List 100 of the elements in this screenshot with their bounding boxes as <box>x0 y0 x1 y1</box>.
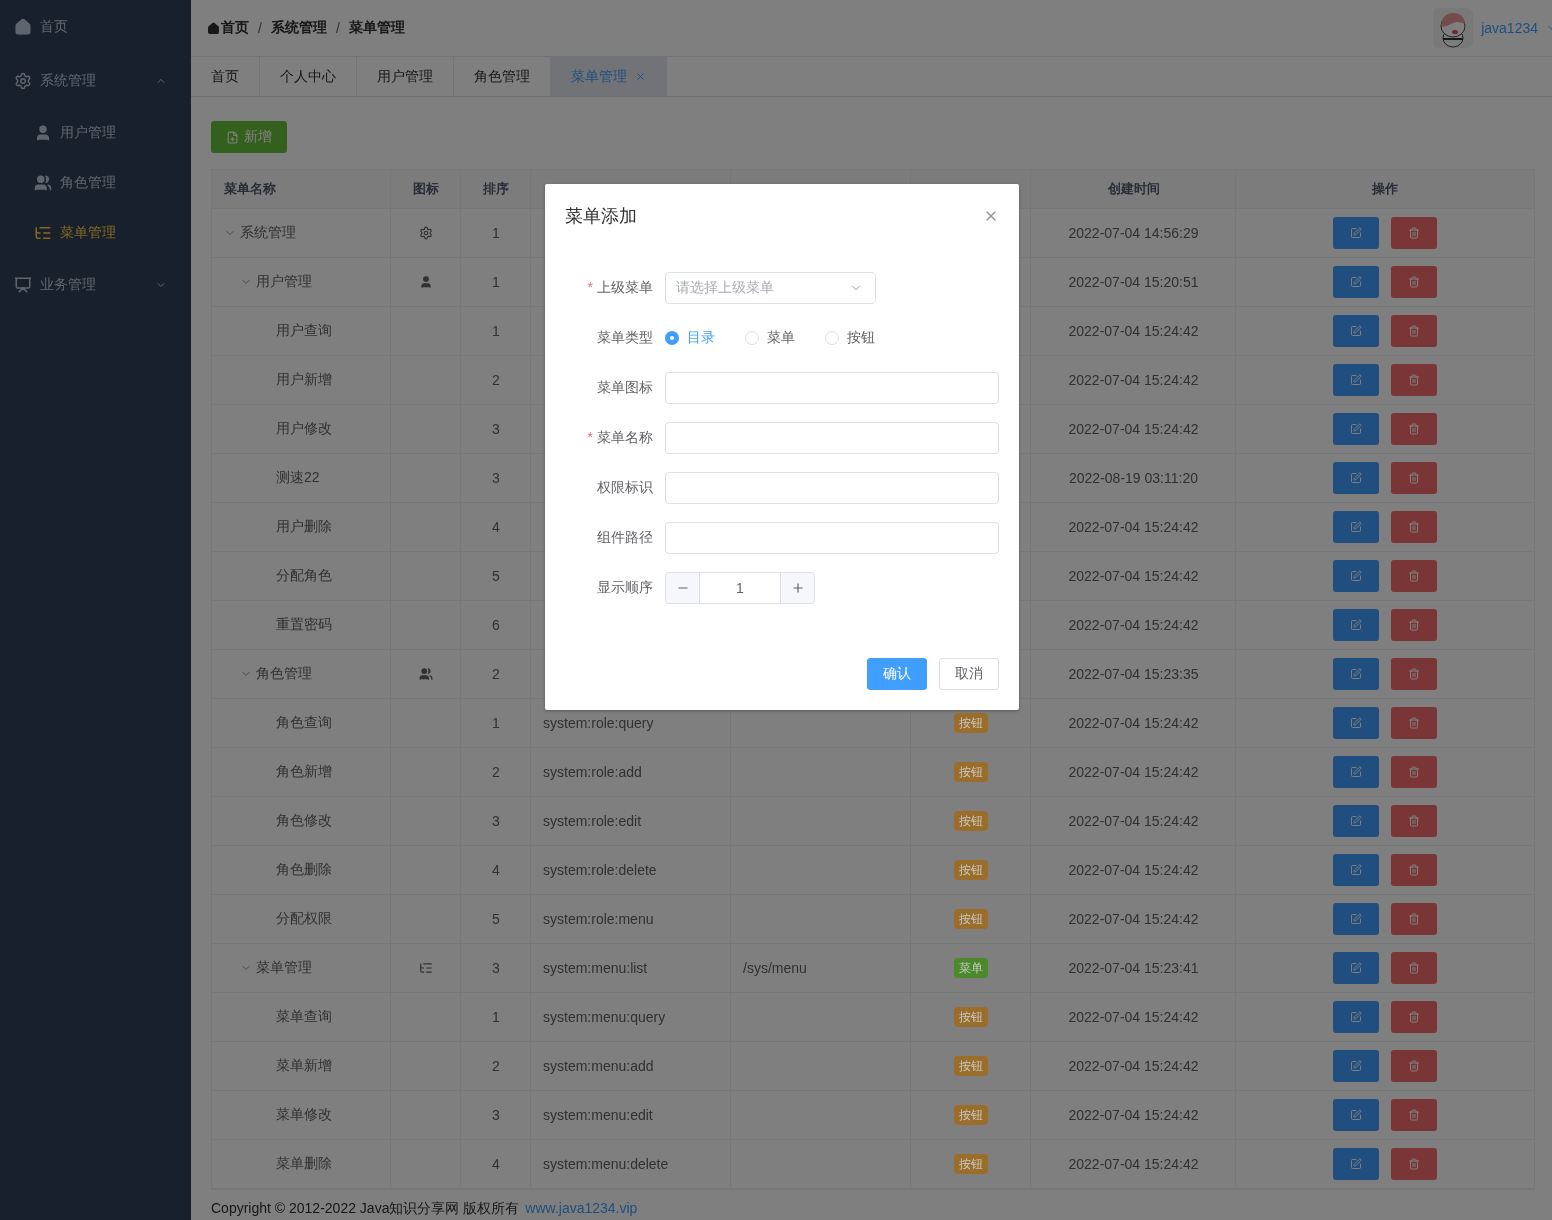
edit-button[interactable] <box>1333 805 1379 837</box>
edit-button[interactable] <box>1333 462 1379 494</box>
breadcrumb-item[interactable]: 菜单管理 <box>348 19 405 37</box>
delete-button[interactable] <box>1391 1099 1437 1131</box>
increase-button[interactable] <box>781 573 814 603</box>
table-cell: system:role:edit <box>543 813 642 829</box>
delete-button[interactable] <box>1391 413 1437 445</box>
table-cell: 系统管理 <box>240 224 296 242</box>
delete-button[interactable] <box>1391 952 1437 984</box>
add-button[interactable]: 新增 <box>211 121 287 153</box>
table-cell: 1 <box>492 323 500 339</box>
sidebar-item[interactable]: 首页 <box>0 0 191 54</box>
input-field[interactable] <box>665 472 999 504</box>
column-header: 创建时间 <box>1107 180 1160 198</box>
delete-button[interactable] <box>1391 462 1437 494</box>
number-field[interactable]: 1 <box>665 572 815 604</box>
sidebar-item[interactable]: 菜单管理 <box>0 208 191 258</box>
delete-button[interactable] <box>1391 756 1437 788</box>
edit-button[interactable] <box>1333 560 1379 592</box>
table-cell: 2022-07-04 15:24:42 <box>1068 519 1199 535</box>
delete-button[interactable] <box>1391 658 1437 690</box>
edit-button[interactable] <box>1333 952 1379 984</box>
input-field[interactable] <box>665 522 999 554</box>
table-cell: 重置密码 <box>276 616 332 634</box>
trash-icon <box>1408 472 1420 484</box>
tab[interactable]: 个人中心 <box>260 57 357 96</box>
delete-button[interactable] <box>1391 854 1437 886</box>
close-icon[interactable] <box>635 71 646 82</box>
sidebar-item[interactable]: 系统管理 <box>0 54 191 108</box>
edit-button[interactable] <box>1333 511 1379 543</box>
input-field[interactable] <box>665 372 999 404</box>
tab[interactable]: 菜单管理 <box>551 57 667 96</box>
delete-button[interactable] <box>1391 217 1437 249</box>
edit-button[interactable] <box>1333 903 1379 935</box>
table-cell: 2022-07-04 15:20:51 <box>1068 274 1199 290</box>
delete-button[interactable] <box>1391 315 1437 347</box>
edit-button[interactable] <box>1333 315 1379 347</box>
tab[interactable]: 用户管理 <box>357 57 454 96</box>
decrease-button[interactable] <box>666 573 699 603</box>
parent-menu-select[interactable]: 请选择上级菜单 <box>665 272 876 304</box>
radio-option[interactable]: 目录 <box>665 329 715 347</box>
radio-icon[interactable] <box>665 331 679 345</box>
confirm-button[interactable]: 确认 <box>867 658 927 690</box>
edit-button[interactable] <box>1333 413 1379 445</box>
edit-button[interactable] <box>1333 364 1379 396</box>
table-cell: system:role:menu <box>543 911 654 927</box>
type-tag: 菜单 <box>954 958 988 978</box>
table-cell: 2 <box>492 372 500 388</box>
delete-button[interactable] <box>1391 364 1437 396</box>
sidebar-item[interactable]: 业务管理 <box>0 258 191 312</box>
radio-option[interactable]: 菜单 <box>745 329 795 347</box>
edit-button[interactable] <box>1333 1148 1379 1180</box>
edit-button[interactable] <box>1333 1001 1379 1033</box>
breadcrumb-item[interactable]: 首页 <box>207 19 249 37</box>
delete-button[interactable] <box>1391 805 1437 837</box>
table-cell: 2022-07-04 15:24:42 <box>1068 1107 1199 1123</box>
delete-button[interactable] <box>1391 1001 1437 1033</box>
edit-button[interactable] <box>1333 658 1379 690</box>
edit-button[interactable] <box>1333 854 1379 886</box>
delete-button[interactable] <box>1391 903 1437 935</box>
plus-icon <box>790 581 805 595</box>
edit-button[interactable] <box>1333 217 1379 249</box>
edit-icon <box>1350 374 1362 386</box>
home-icon <box>14 18 32 36</box>
site-link[interactable]: www.java1234.vip <box>525 1200 638 1218</box>
edit-button[interactable] <box>1333 756 1379 788</box>
table-cell: 2022-07-04 15:23:41 <box>1068 960 1199 976</box>
edit-icon <box>1350 521 1362 533</box>
sidebar-item[interactable]: 角色管理 <box>0 158 191 208</box>
table-cell: 2022-07-04 15:23:35 <box>1068 666 1199 682</box>
trash-icon <box>1408 570 1420 582</box>
table-cell: 菜单管理 <box>256 959 312 977</box>
table-cell: 3 <box>492 470 500 486</box>
radio-option[interactable]: 按钮 <box>825 329 875 347</box>
edit-button[interactable] <box>1333 266 1379 298</box>
input-field[interactable] <box>665 422 999 454</box>
breadcrumb-item[interactable]: 系统管理 <box>270 19 327 37</box>
delete-button[interactable] <box>1391 707 1437 739</box>
delete-button[interactable] <box>1391 609 1437 641</box>
delete-button[interactable] <box>1391 511 1437 543</box>
table-cell: 1 <box>492 274 500 290</box>
gear-icon <box>14 72 32 90</box>
table-cell: 菜单查询 <box>276 1008 332 1026</box>
user-name[interactable]: java1234 <box>1481 20 1538 36</box>
edit-button[interactable] <box>1333 707 1379 739</box>
field-label: 权限标识 <box>596 479 654 497</box>
edit-icon <box>1350 1011 1362 1023</box>
tab[interactable]: 首页 <box>191 57 260 96</box>
sidebar-item[interactable]: 用户管理 <box>0 108 191 158</box>
cancel-button[interactable]: 取消 <box>939 658 999 690</box>
delete-button[interactable] <box>1391 560 1437 592</box>
table-cell: 角色修改 <box>276 812 332 830</box>
delete-button[interactable] <box>1391 1050 1437 1082</box>
edit-button[interactable] <box>1333 1099 1379 1131</box>
edit-button[interactable] <box>1333 1050 1379 1082</box>
edit-button[interactable] <box>1333 609 1379 641</box>
delete-button[interactable] <box>1391 266 1437 298</box>
type-tag: 按钮 <box>954 1007 988 1027</box>
table-cell: 2022-07-04 15:24:42 <box>1068 617 1199 633</box>
delete-button[interactable] <box>1391 1148 1437 1180</box>
